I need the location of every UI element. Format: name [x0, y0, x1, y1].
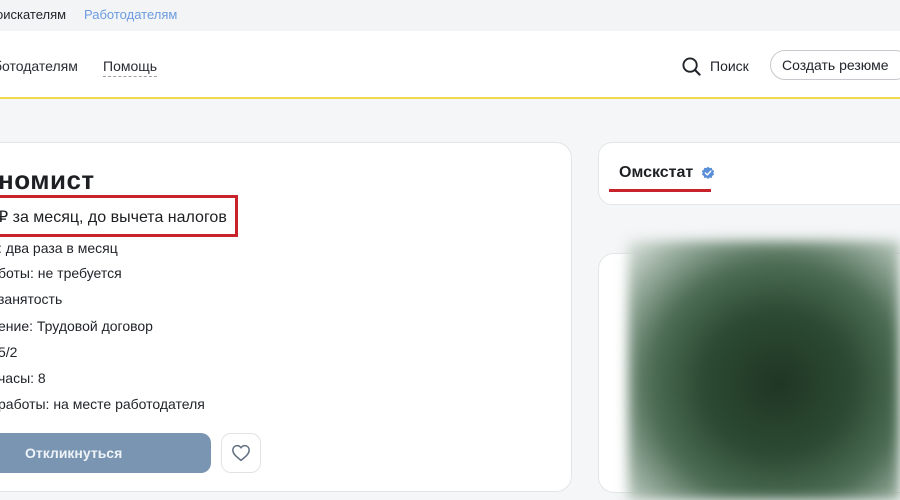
- blurred-image: [628, 241, 900, 500]
- tab-employers[interactable]: Работодателям: [84, 7, 177, 22]
- apply-button[interactable]: Откликнуться: [0, 433, 211, 473]
- favorite-button[interactable]: [221, 433, 261, 473]
- nav-help-link[interactable]: Помощь: [103, 58, 158, 77]
- top-bar: оискателям Работодателям: [0, 0, 900, 31]
- vacancy-title: номист: [0, 165, 95, 195]
- search-button[interactable]: Поиск: [682, 55, 749, 77]
- header-divider: [0, 97, 900, 99]
- detail-schedule: 5/2: [0, 344, 18, 360]
- detail-employment: занятость: [0, 291, 63, 307]
- heart-icon: [232, 444, 250, 462]
- create-resume-button[interactable]: Создать резюме: [770, 50, 900, 80]
- search-icon: [682, 56, 701, 76]
- detail-payment-frequency: : два раза в месяц: [0, 240, 118, 256]
- detail-work-hours: часы: 8: [0, 370, 46, 386]
- detail-experience: боты: не требуется: [0, 265, 122, 281]
- site-header: ботодателям Помощь Поиск Создать резюме: [0, 31, 900, 99]
- nav-employers-link[interactable]: ботодателям: [0, 58, 78, 74]
- detail-contract: ение: Трудовой договор: [0, 318, 153, 334]
- employer-name[interactable]: Омскстат: [619, 164, 693, 182]
- verified-badge-icon: [701, 166, 715, 179]
- tab-jobseekers[interactable]: оискателям: [0, 7, 66, 22]
- detail-work-format: работы: на месте работодателя: [0, 396, 205, 412]
- search-label: Поиск: [710, 58, 749, 74]
- employer-name-highlight: [609, 189, 711, 192]
- vacancy-salary: ₽ за месяц, до вычета налогов: [0, 209, 227, 226]
